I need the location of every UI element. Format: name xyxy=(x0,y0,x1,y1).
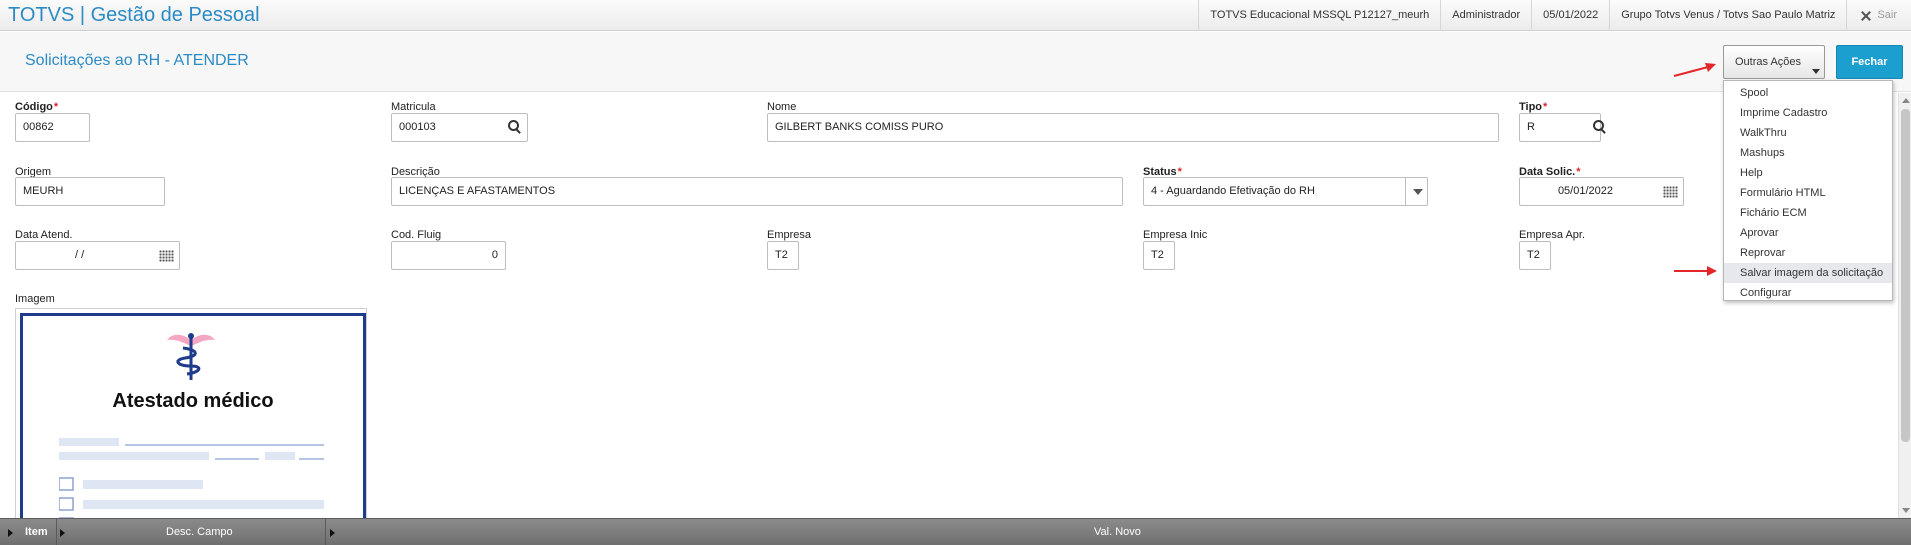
column-divider xyxy=(325,519,326,545)
scroll-thumb[interactable] xyxy=(1901,109,1910,442)
nome-label: Nome xyxy=(767,101,797,113)
status-select[interactable]: 4 - Aguardando Efetivação do RH xyxy=(1143,177,1428,206)
empresa-apr-label: Empresa Apr. xyxy=(1519,229,1586,241)
request-image[interactable]: Atestado médico xyxy=(15,308,367,523)
other-actions-menu: Spool Imprime Cadastro WalkThru Mashups Help… xyxy=(1723,80,1893,301)
empresa-apr-field[interactable]: T2 xyxy=(1519,241,1551,270)
company-label: Grupo Totvs Venus / Totvs Sao Paulo Matr… xyxy=(1609,0,1846,31)
empresa-inic-label: Empresa Inic xyxy=(1143,229,1208,241)
cod-fluig-field[interactable]: 0 xyxy=(391,241,506,270)
other-actions-button[interactable]: Outras Ações xyxy=(1723,45,1825,79)
scroll-up-icon[interactable] xyxy=(1902,98,1910,103)
descricao-field[interactable]: LICENÇAS E AFASTAMENTOS xyxy=(391,177,1123,206)
nome-field[interactable]: GILBERT BANKS COMISS PURO xyxy=(767,113,1499,142)
search-icon[interactable] xyxy=(508,120,522,134)
top-bar: TOTVS | Gestão de Pessoal TOTVS Educacio… xyxy=(0,0,1911,31)
certificate-title: Atestado médico xyxy=(112,390,274,412)
vertical-scrollbar[interactable] xyxy=(1898,93,1911,518)
cod-fluig-label: Cod. Fluig xyxy=(391,229,442,241)
menu-item[interactable]: Help xyxy=(1724,163,1892,183)
menu-item[interactable]: Mashups xyxy=(1724,143,1892,163)
empresa-field[interactable]: T2 xyxy=(767,241,799,270)
column-divider xyxy=(56,519,57,545)
menu-item[interactable]: Reprovar xyxy=(1724,243,1892,263)
calendar-icon[interactable] xyxy=(1663,186,1678,198)
other-actions-label: Outras Ações xyxy=(1735,56,1802,68)
grid-col-desc[interactable]: Desc. Campo xyxy=(166,519,233,545)
date-label: 05/01/2022 xyxy=(1531,0,1609,31)
environment-label: TOTVS Educacional MSSQL P12127_meurh xyxy=(1198,0,1440,31)
grid-col-val[interactable]: Val. Novo xyxy=(1094,519,1141,545)
status-value: 4 - Aguardando Efetivação do RH xyxy=(1151,185,1315,197)
caduceus-icon xyxy=(167,333,215,380)
row-arrow-icon xyxy=(8,529,13,537)
page-title: Solicitações ao RH - ATENDER xyxy=(25,52,249,69)
exit-button[interactable]: Sair xyxy=(1846,0,1911,31)
calendar-icon[interactable] xyxy=(159,250,174,262)
menu-item[interactable]: Fichário ECM xyxy=(1724,203,1892,223)
app-title: TOTVS | Gestão de Pessoal xyxy=(8,4,260,26)
tipo-value: R xyxy=(1527,121,1535,133)
medical-certificate-image: Atestado médico xyxy=(20,313,366,522)
user-label: Administrador xyxy=(1440,0,1531,31)
exit-label: Sair xyxy=(1877,9,1897,21)
codigo-field[interactable]: 00862 xyxy=(15,113,90,142)
empresa-inic-field[interactable]: T2 xyxy=(1143,241,1175,270)
data-solic-field[interactable]: 05/01/2022 xyxy=(1519,177,1684,206)
close-button[interactable]: Fechar xyxy=(1836,45,1903,79)
page-header: Solicitações ao RH - ATENDER xyxy=(0,32,1911,92)
matricula-value: 000103 xyxy=(399,121,436,133)
column-arrow-icon xyxy=(60,529,65,537)
column-arrow-icon xyxy=(330,529,335,537)
annotation-arrow-icon xyxy=(1674,266,1717,276)
certificate-form-lines xyxy=(59,438,324,522)
menu-item[interactable]: Aprovar xyxy=(1724,223,1892,243)
chevron-down-icon xyxy=(1812,69,1820,74)
data-atend-field[interactable]: / / xyxy=(15,241,180,270)
close-icon xyxy=(1861,11,1871,21)
grid-col-item[interactable]: Item xyxy=(25,519,48,545)
annotation-arrow-icon xyxy=(1673,63,1716,77)
imagem-label: Imagem xyxy=(15,293,55,305)
search-icon[interactable] xyxy=(1593,120,1607,134)
menu-item[interactable]: Imprime Cadastro xyxy=(1724,103,1892,123)
tipo-label: Tipo* xyxy=(1519,101,1548,113)
menu-item[interactable]: WalkThru xyxy=(1724,123,1892,143)
menu-item[interactable]: Salvar imagem da solicitação xyxy=(1724,263,1892,283)
scroll-down-icon[interactable] xyxy=(1902,508,1910,513)
matricula-label: Matricula xyxy=(391,101,436,113)
menu-item[interactable]: Configurar xyxy=(1724,283,1892,303)
chevron-down-icon[interactable] xyxy=(1405,178,1428,205)
codigo-label: Código* xyxy=(15,101,59,113)
empresa-label: Empresa xyxy=(767,229,812,241)
menu-item[interactable]: Spool xyxy=(1724,83,1892,103)
session-info: TOTVS Educacional MSSQL P12127_meurh Adm… xyxy=(1198,0,1911,31)
grid-header: Item Desc. Campo Val. Novo xyxy=(0,518,1911,545)
origem-field[interactable]: MEURH xyxy=(15,177,165,206)
data-atend-label: Data Atend. xyxy=(15,229,73,241)
tipo-field[interactable]: R xyxy=(1519,113,1601,142)
menu-item[interactable]: Formulário HTML xyxy=(1724,183,1892,203)
